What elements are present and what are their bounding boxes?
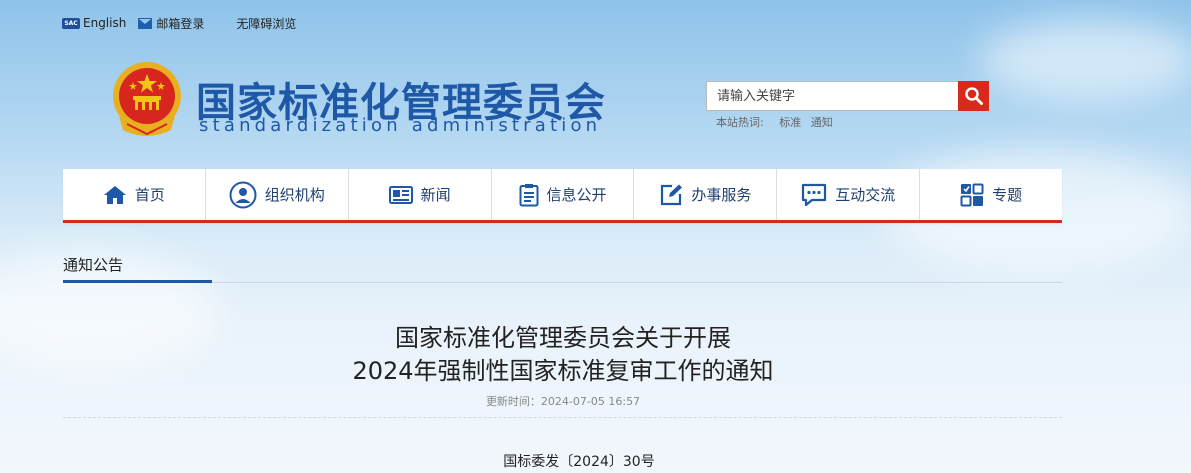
search-button[interactable] xyxy=(958,81,989,111)
main-nav: 首页 组织机构 新闻 信息公开 办事服务 互动交流 专题 xyxy=(63,169,1062,223)
newspaper-icon xyxy=(388,185,413,204)
nav-item-label: 办事服务 xyxy=(691,186,752,204)
nav-item-info-disclosure[interactable]: 信息公开 xyxy=(492,169,635,220)
nav-item-news[interactable]: 新闻 xyxy=(349,169,492,220)
nav-item-interaction[interactable]: 互动交流 xyxy=(777,169,921,220)
hot-words: 本站热词: 标准 通知 xyxy=(716,114,839,130)
breadcrumb-divider xyxy=(63,282,1062,283)
hot-word-link[interactable]: 通知 xyxy=(811,116,833,129)
user-circle-icon xyxy=(229,181,257,208)
search-input[interactable] xyxy=(706,81,958,111)
chat-icon xyxy=(802,183,827,206)
site-subtitle: standardization administration xyxy=(199,115,602,136)
clipboard-icon xyxy=(519,183,538,206)
nav-item-organization[interactable]: 组织机构 xyxy=(206,169,349,220)
background-cloud xyxy=(980,20,1191,100)
sac-logo-icon: SAC xyxy=(62,17,80,29)
english-label: English xyxy=(83,16,127,30)
article-divider xyxy=(63,417,1062,418)
nav-item-label: 专题 xyxy=(992,186,1023,204)
article-title-line2: 2024年强制性国家标准复审工作的通知 xyxy=(352,357,774,385)
english-link[interactable]: SAC English xyxy=(62,16,126,30)
home-icon xyxy=(103,185,126,204)
search-box xyxy=(706,81,989,111)
nav-item-label: 信息公开 xyxy=(546,186,607,204)
breadcrumb-section[interactable]: 通知公告 xyxy=(63,254,123,275)
accessible-browse-link[interactable]: 无障碍浏览 xyxy=(236,15,296,32)
nav-item-label: 互动交流 xyxy=(835,186,896,204)
mail-login-link[interactable]: 邮箱登录 xyxy=(138,15,204,32)
nav-item-services[interactable]: 办事服务 xyxy=(634,169,778,220)
nav-item-topics[interactable]: 专题 xyxy=(920,169,1062,220)
update-time: 更新时间：2024-07-05 16:57 xyxy=(485,395,641,408)
edit-icon xyxy=(661,184,683,205)
nav-item-home[interactable]: 首页 xyxy=(63,169,206,220)
article-title-line1: 国家标准化管理委员会关于开展 xyxy=(395,324,731,352)
nav-item-label: 新闻 xyxy=(420,186,451,204)
breadcrumb-active-underline xyxy=(63,280,212,283)
document-number: 国标委发〔2024〕30号 xyxy=(503,454,655,470)
hot-word-link[interactable]: 标准 xyxy=(779,116,801,129)
search-icon xyxy=(964,87,983,105)
accessible-browse-label: 无障碍浏览 xyxy=(236,16,297,31)
nav-item-label: 首页 xyxy=(134,186,165,204)
top-utility-bar: SAC English 邮箱登录 无障碍浏览 xyxy=(62,12,328,34)
mail-icon xyxy=(138,17,153,29)
hot-words-label: 本站热词: xyxy=(716,116,764,129)
topic-icon xyxy=(960,183,984,206)
nav-item-label: 组织机构 xyxy=(264,186,325,204)
national-emblem-icon xyxy=(113,62,181,136)
mail-login-label: 邮箱登录 xyxy=(156,16,205,31)
